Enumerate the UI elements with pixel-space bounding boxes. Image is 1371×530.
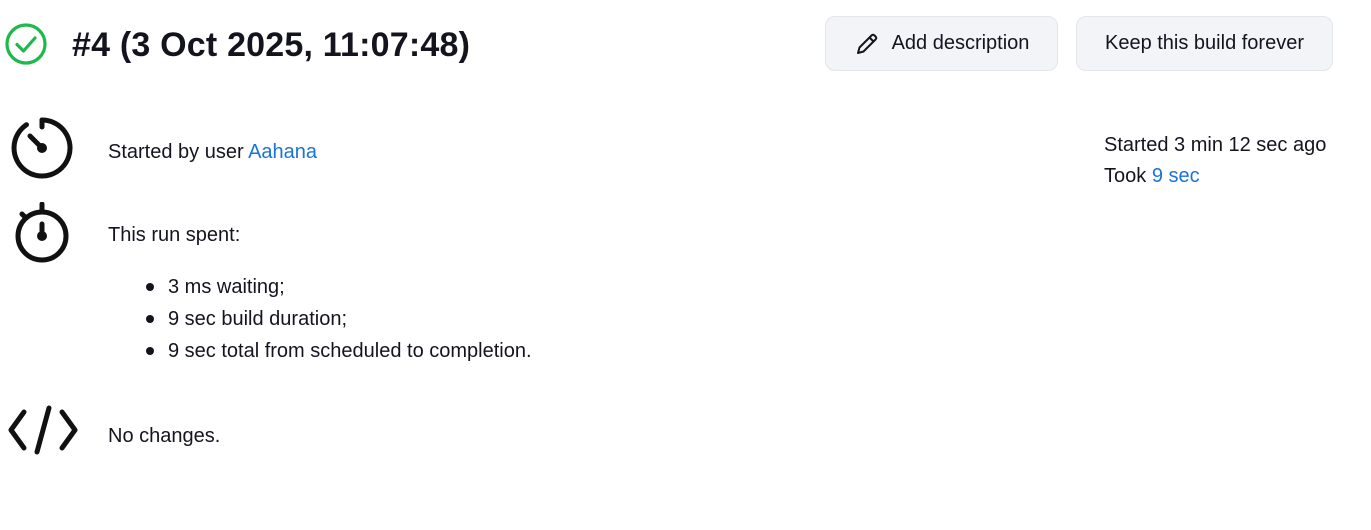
pencil-icon — [856, 33, 877, 54]
run-spent-list: 3 ms waiting; 9 sec build duration; 9 se… — [144, 271, 532, 367]
user-link[interactable]: Aahana — [248, 141, 317, 163]
success-check-icon — [5, 23, 47, 65]
list-item: 9 sec total from scheduled to completion… — [144, 335, 532, 367]
started-by-text: Started by user Aahana — [108, 139, 317, 165]
list-item: 9 sec build duration; — [144, 303, 532, 335]
keep-build-forever-label: Keep this build forever — [1104, 32, 1304, 54]
took-text: Took 9 sec — [1104, 163, 1200, 189]
run-spent-heading: This run spent: — [108, 224, 241, 246]
duration-link[interactable]: 9 sec — [1152, 165, 1200, 187]
list-item: 3 ms waiting; — [144, 271, 532, 303]
build-title: #4 (3 Oct 2025, 11:07:48) — [72, 26, 471, 64]
add-description-label: Add description — [891, 32, 1030, 54]
stopwatch-icon — [15, 202, 69, 263]
no-changes-text: No changes. — [108, 425, 221, 447]
started-by-prefix: Started by user — [108, 141, 244, 163]
add-description-button[interactable]: Add description — [825, 16, 1058, 71]
speedometer-icon — [11, 117, 73, 179]
code-icon — [8, 405, 78, 455]
started-ago-text: Started 3 min 12 sec ago — [1104, 134, 1327, 156]
keep-build-forever-button[interactable]: Keep this build forever — [1076, 16, 1333, 71]
took-prefix: Took — [1104, 165, 1147, 187]
